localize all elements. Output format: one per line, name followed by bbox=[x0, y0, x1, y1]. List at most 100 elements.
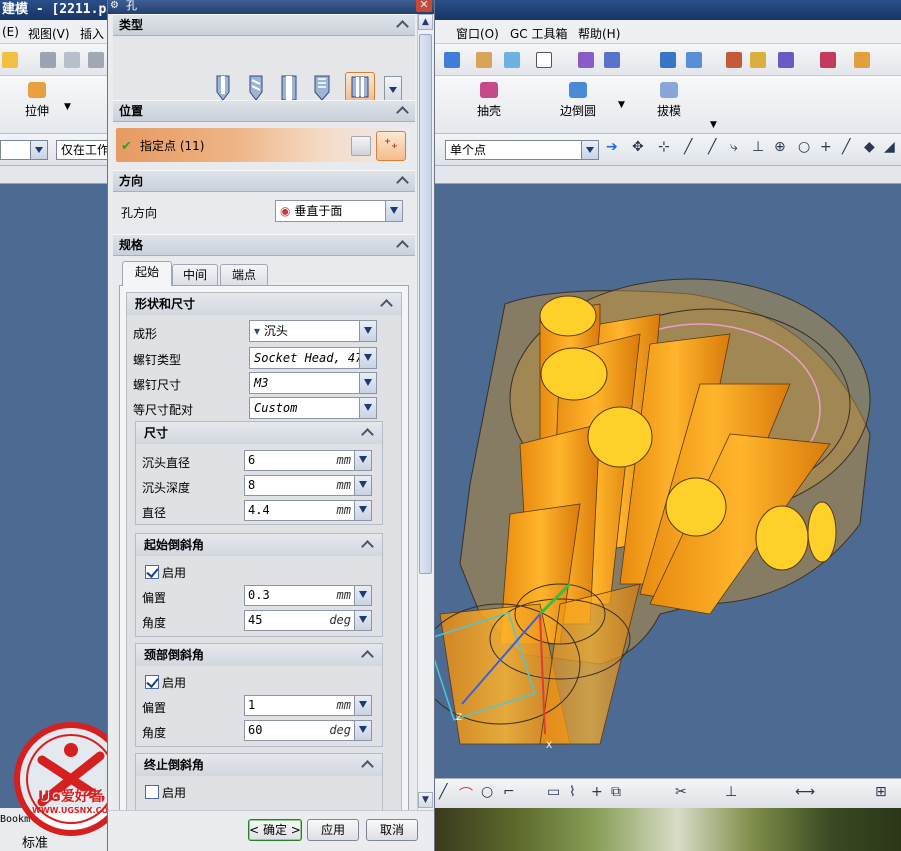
sketch-section-icon[interactable] bbox=[351, 136, 371, 156]
measure-icon[interactable] bbox=[686, 52, 702, 68]
cut-icon[interactable] bbox=[40, 52, 56, 68]
collapse-chevron-icon[interactable] bbox=[360, 537, 376, 553]
start-angle-input[interactable]: 45 deg bbox=[244, 610, 372, 631]
point-icon[interactable]: + bbox=[591, 784, 603, 800]
point-on-curve-icon[interactable]: + bbox=[820, 139, 832, 155]
section-type-header[interactable]: 类型 bbox=[113, 14, 415, 36]
csys-icon[interactable] bbox=[820, 52, 836, 68]
menu-edit[interactable]: (E) bbox=[2, 25, 19, 39]
existing-point-icon[interactable]: ○ bbox=[798, 139, 810, 155]
control-point-icon[interactable]: ╱ bbox=[708, 139, 716, 155]
collapse-chevron-icon[interactable] bbox=[360, 647, 376, 663]
diameter-dropdown[interactable] bbox=[354, 501, 371, 520]
diameter-input[interactable]: 4.4 mm bbox=[244, 500, 372, 521]
fit-select[interactable]: Custom bbox=[249, 397, 377, 419]
snap-point-combo[interactable]: 单个点 bbox=[445, 140, 599, 160]
scroll-up-icon[interactable]: ▲ bbox=[418, 14, 433, 30]
snap-icon[interactable] bbox=[726, 52, 742, 68]
neck-chamfer-header[interactable]: 颈部倒斜角 bbox=[136, 644, 382, 666]
settings-gear-icon[interactable]: ⚙ bbox=[110, 0, 119, 12]
hole-direction-select[interactable]: ◉ 垂直于面 bbox=[275, 200, 403, 222]
collapse-chevron-icon[interactable] bbox=[360, 757, 376, 773]
cb-depth-input[interactable]: 8 mm bbox=[244, 475, 372, 496]
start-offset-dropdown[interactable] bbox=[354, 586, 371, 605]
point-on-face-icon[interactable]: ╱ bbox=[842, 139, 850, 155]
neck-angle-dropdown[interactable] bbox=[354, 721, 371, 740]
apply-button[interactable]: 应用 bbox=[307, 819, 359, 841]
rectangle-icon[interactable]: ▭ bbox=[547, 784, 560, 800]
start-chamfer-enable-checkbox[interactable] bbox=[145, 565, 159, 579]
close-icon[interactable]: ✕ bbox=[416, 0, 432, 12]
offset-icon[interactable]: ⧉ bbox=[611, 784, 621, 800]
start-offset-input[interactable]: 0.3 mm bbox=[244, 585, 372, 606]
hole-clearance-icon[interactable] bbox=[279, 74, 299, 102]
cb-diameter-dropdown[interactable] bbox=[354, 451, 371, 470]
collapse-chevron-icon[interactable] bbox=[395, 173, 411, 189]
type-filter-combo[interactable] bbox=[0, 140, 48, 160]
neck-offset-input[interactable]: 1 mm bbox=[244, 695, 372, 716]
fit-icon[interactable] bbox=[750, 52, 766, 68]
circle-icon[interactable]: ○ bbox=[481, 784, 493, 800]
scope-filter-combo[interactable]: 仅在工作 bbox=[56, 140, 108, 160]
hole-threaded-icon[interactable] bbox=[312, 74, 332, 102]
section-position-header[interactable]: 位置 bbox=[113, 100, 415, 122]
wcs-icon[interactable] bbox=[578, 52, 594, 68]
section-direction-header[interactable]: 方向 bbox=[113, 170, 415, 192]
cb-diameter-input[interactable]: 6 mm bbox=[244, 450, 372, 471]
trim-icon[interactable]: ✂ bbox=[675, 784, 687, 800]
cancel-button[interactable]: 取消 bbox=[366, 819, 418, 841]
cb-depth-dropdown[interactable] bbox=[354, 476, 371, 495]
dimension-icon[interactable]: ⟷ bbox=[795, 784, 815, 800]
scroll-down-icon[interactable]: ▼ bbox=[418, 792, 433, 808]
collapse-chevron-icon[interactable] bbox=[360, 425, 376, 441]
mid-point-icon[interactable]: ╱ bbox=[684, 139, 692, 155]
edge-blend-button[interactable]: 边倒圆 bbox=[556, 82, 600, 119]
layer-icon[interactable] bbox=[476, 52, 492, 68]
collapse-chevron-icon[interactable] bbox=[395, 237, 411, 253]
analysis-icon[interactable] bbox=[660, 52, 676, 68]
display-style-icon[interactable] bbox=[536, 52, 552, 68]
hole-series-icon[interactable] bbox=[345, 72, 375, 102]
dialog-scrollbar[interactable]: ▲ ▼ bbox=[417, 14, 433, 810]
snap-enable-icon[interactable]: ✥ bbox=[632, 139, 644, 155]
extrude-dropdown-icon[interactable]: ▼ bbox=[64, 102, 71, 112]
shape-size-header[interactable]: 形状和尺寸 bbox=[127, 293, 401, 315]
orient-icon[interactable] bbox=[604, 52, 620, 68]
move-icon[interactable] bbox=[778, 52, 794, 68]
cube-view-icon[interactable] bbox=[444, 52, 460, 68]
screw-type-select[interactable]: Socket Head, 476 bbox=[249, 347, 377, 369]
specify-point-row[interactable]: ✔ 指定点 (11) ⁺₊ bbox=[116, 128, 411, 162]
more-tools-icon[interactable]: ⊞ bbox=[875, 784, 887, 800]
tab-middle[interactable]: 中间 bbox=[172, 264, 218, 286]
menu-help[interactable]: 帮助(H) bbox=[578, 25, 620, 42]
dimensions-header[interactable]: 尺寸 bbox=[136, 422, 382, 444]
polyline-icon[interactable]: ⌇ bbox=[569, 784, 576, 800]
neck-angle-input[interactable]: 60 deg bbox=[244, 720, 372, 741]
arrow-right-icon[interactable]: ➔ bbox=[606, 139, 618, 155]
paste-icon[interactable] bbox=[88, 52, 104, 68]
neck-offset-dropdown[interactable] bbox=[354, 696, 371, 715]
arc-center-icon[interactable]: ⊥ bbox=[752, 139, 764, 155]
menu-insert[interactable]: 插入 bbox=[80, 25, 104, 42]
arc-icon[interactable]: ⌒ bbox=[459, 784, 473, 804]
copy-icon[interactable] bbox=[64, 52, 80, 68]
section-spec-header[interactable]: 规格 bbox=[113, 234, 415, 256]
dialog-title-bar[interactable]: ⚙ 孔 ✕ bbox=[108, 0, 434, 14]
end-chamfer-enable-checkbox[interactable] bbox=[145, 785, 159, 799]
scroll-thumb[interactable] bbox=[419, 34, 432, 574]
hole-general-icon[interactable] bbox=[213, 74, 233, 102]
end-chamfer-header[interactable]: 终止倒斜角 bbox=[136, 754, 382, 776]
intersection-icon[interactable]: ⤷ bbox=[730, 139, 738, 155]
render-icon[interactable] bbox=[504, 52, 520, 68]
start-chamfer-header[interactable]: 起始倒斜角 bbox=[136, 534, 382, 556]
shell-button[interactable]: 抽壳 bbox=[472, 82, 506, 119]
ruler-icon[interactable] bbox=[854, 52, 870, 68]
draft-button[interactable]: 拔模 bbox=[652, 82, 686, 119]
extrude-button[interactable]: 拉伸 bbox=[20, 82, 54, 119]
collapse-chevron-icon[interactable] bbox=[395, 17, 411, 33]
toolbar-overflow-icon[interactable]: ▼ bbox=[710, 120, 717, 130]
bounded-grid-icon[interactable]: ◆ bbox=[864, 139, 875, 155]
end-point-icon[interactable]: ⊹ bbox=[658, 139, 670, 155]
form-select[interactable]: ▾ 沉头 bbox=[249, 320, 377, 342]
line-icon[interactable]: ╱ bbox=[439, 784, 447, 800]
